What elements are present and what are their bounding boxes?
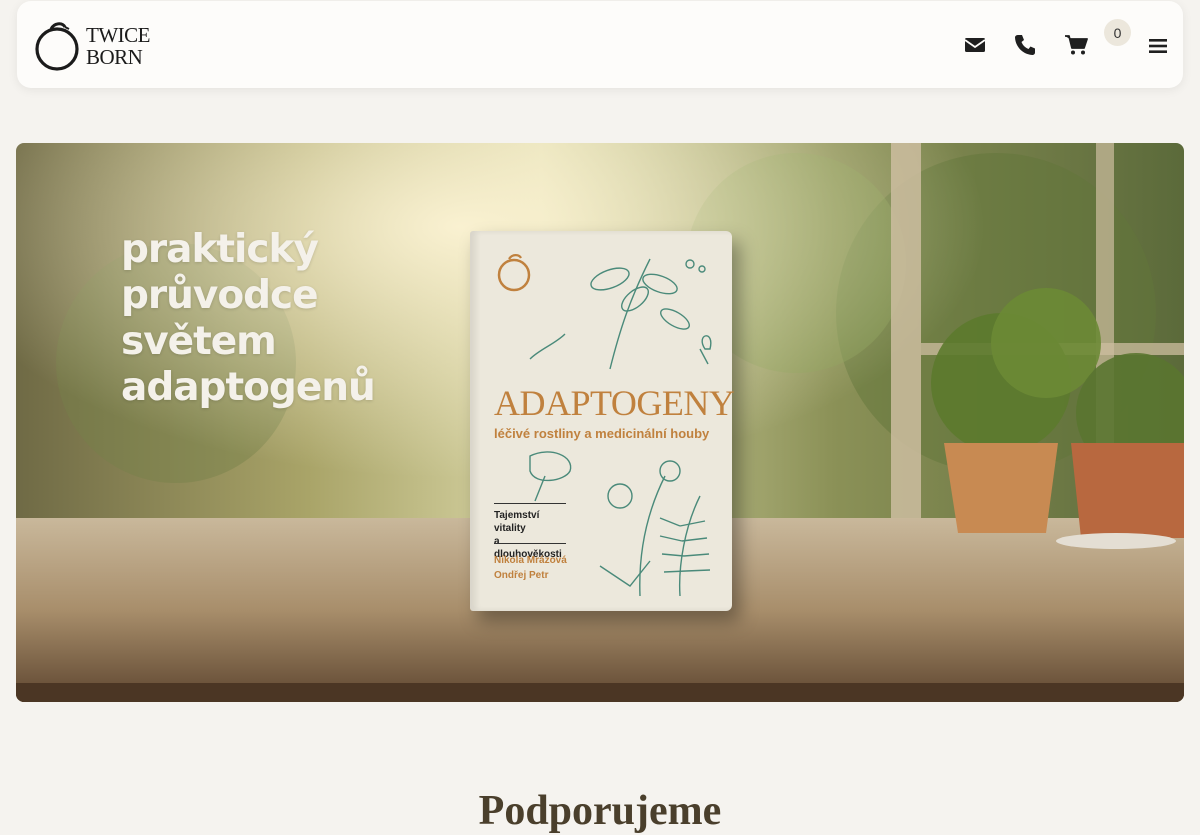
brand-logo[interactable]: TWICE BORN — [34, 19, 154, 73]
book-divider — [494, 543, 566, 544]
brand-line-1: TWICE — [86, 23, 150, 47]
brand-name: TWICE BORN — [86, 24, 150, 68]
book-author: Ondřej Petr — [494, 570, 549, 581]
phone-button[interactable] — [1014, 34, 1036, 56]
brand-line-2: BORN — [86, 45, 143, 69]
hero-headline: praktický průvodce světem adaptogenů — [121, 227, 376, 411]
envelope-icon — [964, 38, 986, 52]
cart-count-badge: 0 — [1104, 19, 1131, 46]
section-title: Podporujeme — [478, 787, 722, 834]
cart-button[interactable] — [1064, 34, 1088, 56]
hero-line: praktický — [121, 227, 319, 272]
hero-line: adaptogenů — [121, 365, 376, 410]
botanical-illustration-icon — [529, 258, 712, 370]
book-title: ADAPTOGENY — [494, 383, 735, 423]
hero-banner[interactable]: praktický průvodce světem adaptogenů ADA… — [16, 143, 1184, 702]
cart-icon — [1065, 35, 1088, 55]
book-subtitle: léčivé rostliny a medicinální houby — [494, 426, 710, 441]
ouroboros-logo-icon — [35, 22, 79, 71]
hamburger-icon — [1149, 39, 1167, 53]
book-cover[interactable]: ADAPTOGENY léčivé rostliny a medicinální… — [470, 231, 740, 618]
book-authors: Nikola Mrázová Ondřej Petr — [494, 553, 584, 583]
mail-button[interactable] — [964, 35, 986, 55]
menu-button[interactable] — [1149, 38, 1167, 54]
book-tagline-line: Tajemství vitality — [494, 510, 540, 534]
book-cover-surface: ADAPTOGENY léčivé rostliny a medicinální… — [470, 231, 735, 611]
book-author: Nikola Mrázová — [494, 555, 567, 566]
book-divider — [494, 503, 566, 504]
hero-line: světem — [121, 319, 277, 364]
site-header: TWICE BORN 0 — [17, 1, 1183, 88]
hero-line: průvodce — [121, 273, 319, 318]
phone-icon — [1015, 35, 1035, 55]
